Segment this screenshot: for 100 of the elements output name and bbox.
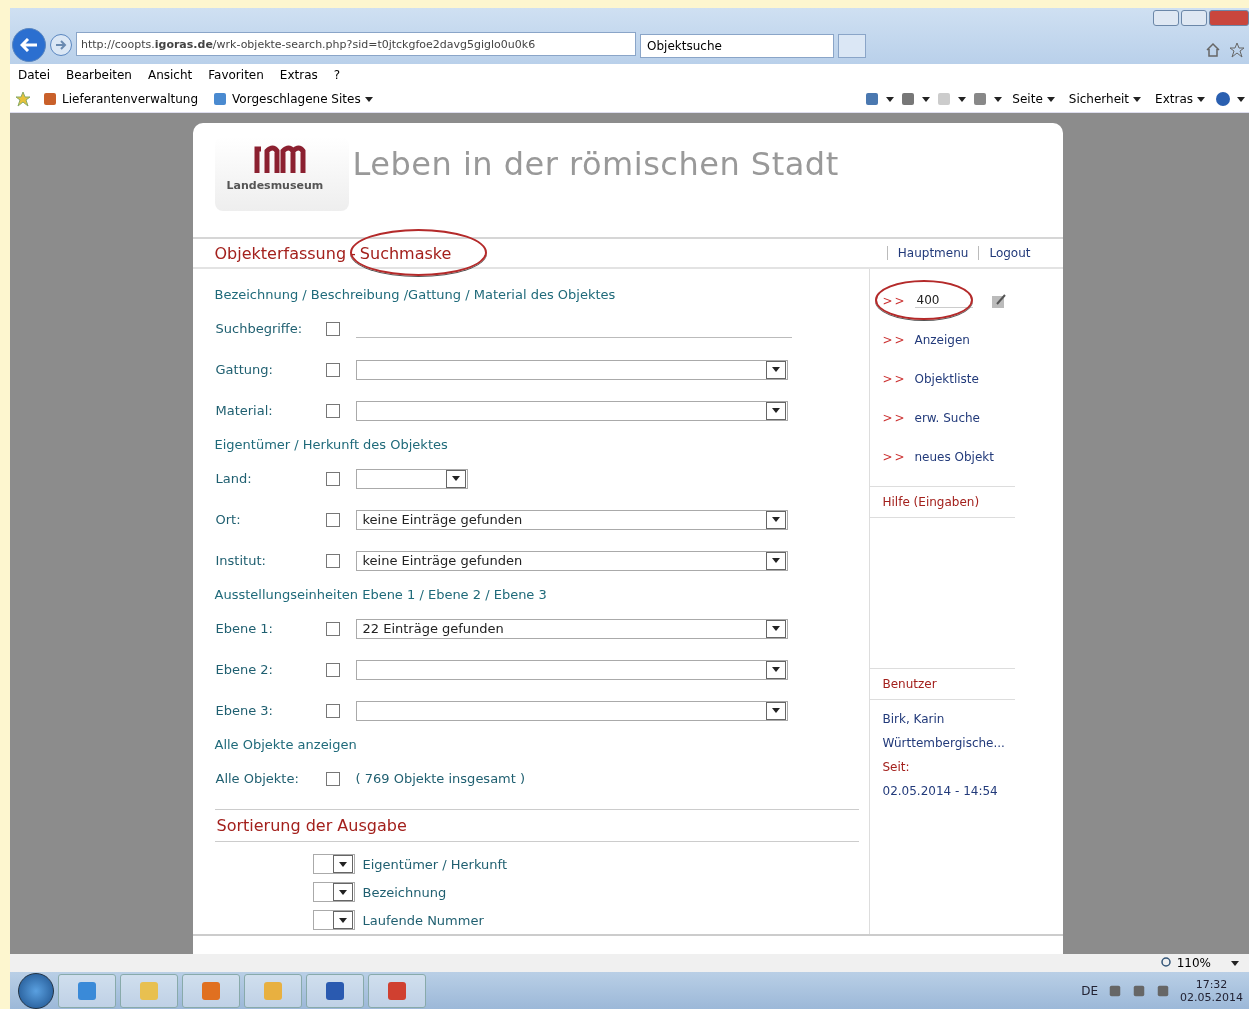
dropdown-caret-icon <box>771 517 780 523</box>
dropdown-caret-icon <box>771 408 780 414</box>
link-marker: >> <box>882 410 908 425</box>
dropdown-caret-icon <box>958 96 967 102</box>
breadcrumb-text: Objekterfassung <box>214 243 347 263</box>
field-label: Ebene 3: <box>214 703 274 719</box>
address-field[interactable]: http://coopts.igoras.de/wrk-objekte-search.php?sid=t0jtckgfoe2davg5giglo0u0k6 <box>76 32 636 56</box>
object-count: ( 769 Objekte insgesamt ) <box>355 771 526 787</box>
link-marker: >> <box>882 449 908 464</box>
help-link[interactable]: Hilfe (Eingaben) <box>869 486 1015 519</box>
sort-dropdown[interactable] <box>312 910 355 931</box>
dropdown-caret-icon <box>1046 96 1055 102</box>
sort-dropdown[interactable] <box>312 882 355 903</box>
menu-item[interactable]: Favoriten <box>200 68 272 82</box>
nav-link[interactable]: Hauptmenu <box>886 246 979 261</box>
dropdown-caret-icon <box>1197 96 1205 102</box>
menu-item[interactable]: Ansicht <box>139 68 201 82</box>
field-label: Institut: <box>214 553 267 569</box>
forward-button[interactable] <box>50 34 72 56</box>
checkbox[interactable] <box>325 621 340 636</box>
edit-icon[interactable] <box>990 292 1007 309</box>
field-label: Ebene 1: <box>214 621 274 637</box>
start-button[interactable] <box>18 972 54 1009</box>
taskbar-app-icon[interactable] <box>306 973 364 1008</box>
sort-label: Eigentümer / Herkunft <box>362 856 507 872</box>
checkbox[interactable] <box>325 662 340 677</box>
dropdown-field[interactable]: 22 Einträge gefunden <box>355 618 788 639</box>
dropdown-caret-icon <box>771 708 780 714</box>
favorites-link[interactable]: Vorgeschlagene Sites <box>208 91 377 107</box>
dropdown-field[interactable]: keine Einträge gefunden <box>355 509 788 530</box>
dropdown-caret-icon <box>771 558 780 564</box>
dropdown-field[interactable]: keine Einträge gefunden <box>355 550 788 571</box>
favorites-star-icon[interactable] <box>14 91 32 107</box>
dropdown-field[interactable] <box>355 468 468 489</box>
breadcrumb-separator: - <box>350 243 356 263</box>
dropdown-caret-icon <box>1133 96 1142 102</box>
browser-tab[interactable]: Objektsuche <box>640 34 834 58</box>
field-label: Material: <box>214 403 274 419</box>
menu-item[interactable]: Datei <box>10 68 58 82</box>
zoom-icon <box>1160 957 1173 969</box>
command-menu[interactable]: Extras <box>1151 92 1209 106</box>
checkbox[interactable] <box>325 321 340 336</box>
dropdown-caret-icon <box>338 861 347 867</box>
since-label: Seit: <box>881 759 911 777</box>
command-menu[interactable]: Seite <box>1008 92 1059 106</box>
section-heading: Bezeichnung / Beschreibung /Gattung / Material des Objektes <box>214 287 617 303</box>
checkbox[interactable] <box>325 771 340 786</box>
taskbar-app-icon[interactable] <box>368 973 426 1008</box>
section-heading: Ausstellungseinheiten Ebene 1 / Ebene 2 / Ebene 3 <box>214 587 548 603</box>
since-date: 02.05.2014 - 14:54 <box>881 783 999 801</box>
field-label: Ort: <box>214 512 242 528</box>
star-icon[interactable] <box>1229 42 1245 58</box>
sort-dropdown[interactable] <box>312 854 355 875</box>
field-label: Alle Objekte: <box>214 771 300 787</box>
dropdown-caret-icon <box>1231 960 1239 966</box>
dropdown-caret-icon <box>922 96 931 102</box>
sort-heading: Sortierung der Ausgabe <box>214 809 859 843</box>
clock-date: 02.05.2014 <box>1180 990 1243 1004</box>
nav-link[interactable]: Logout <box>978 246 1041 261</box>
dropdown-field[interactable] <box>355 700 788 721</box>
dropdown-caret-icon <box>994 96 1003 102</box>
dropdown-caret-icon <box>771 367 780 373</box>
dropdown-caret-icon <box>451 476 460 482</box>
dropdown-field[interactable] <box>355 359 788 380</box>
forward-arrow-icon <box>55 40 67 50</box>
user-name: Birk, Karin <box>881 711 946 729</box>
dropdown-field[interactable] <box>355 400 788 421</box>
maximize-button[interactable] <box>1181 10 1207 26</box>
dropdown-caret-icon <box>364 96 373 102</box>
sidebar-link[interactable]: erw. Suche <box>914 410 980 425</box>
dropdown-field[interactable] <box>355 659 788 680</box>
menu-item[interactable]: Extras <box>271 68 326 82</box>
checkbox[interactable] <box>325 362 340 377</box>
checkbox[interactable] <box>325 512 340 527</box>
back-button[interactable] <box>12 28 46 62</box>
sidebar-link[interactable]: Objektliste <box>914 371 979 386</box>
dropdown-caret-icon <box>338 917 347 923</box>
checkbox[interactable] <box>325 403 340 418</box>
sort-label: Laufende Nummer <box>362 912 484 928</box>
checkbox[interactable] <box>325 703 340 718</box>
command-menu[interactable]: Sicherheit <box>1064 92 1146 106</box>
taskbar-app-icon[interactable] <box>182 973 240 1008</box>
menu-item[interactable]: Bearbeiten <box>58 68 140 82</box>
number-field[interactable]: 400 <box>914 293 973 309</box>
sidebar-link[interactable]: neues Objekt <box>914 449 994 464</box>
favorites-link[interactable]: Lieferantenverwaltung <box>38 91 203 107</box>
user-organization: Württembergische... <box>881 735 1006 753</box>
dropdown-caret-icon <box>771 626 780 632</box>
dropdown-caret-icon <box>886 96 895 102</box>
field-label: Suchbegriffe: <box>214 321 304 337</box>
menu-item[interactable]: ? <box>325 68 349 82</box>
sidebar-link[interactable]: Anzeigen <box>914 332 970 347</box>
checkbox[interactable] <box>325 553 340 568</box>
language-indicator[interactable]: DE <box>1081 983 1098 998</box>
breadcrumb-text: Suchmaske <box>359 243 452 263</box>
checkbox[interactable] <box>325 471 340 486</box>
taskbar-app-icon[interactable] <box>58 973 116 1008</box>
zoom-level[interactable]: 110% <box>1176 956 1211 970</box>
section-heading: Eigentümer / Herkunft des Objektes <box>214 437 449 453</box>
minimize-button[interactable] <box>1153 10 1179 26</box>
